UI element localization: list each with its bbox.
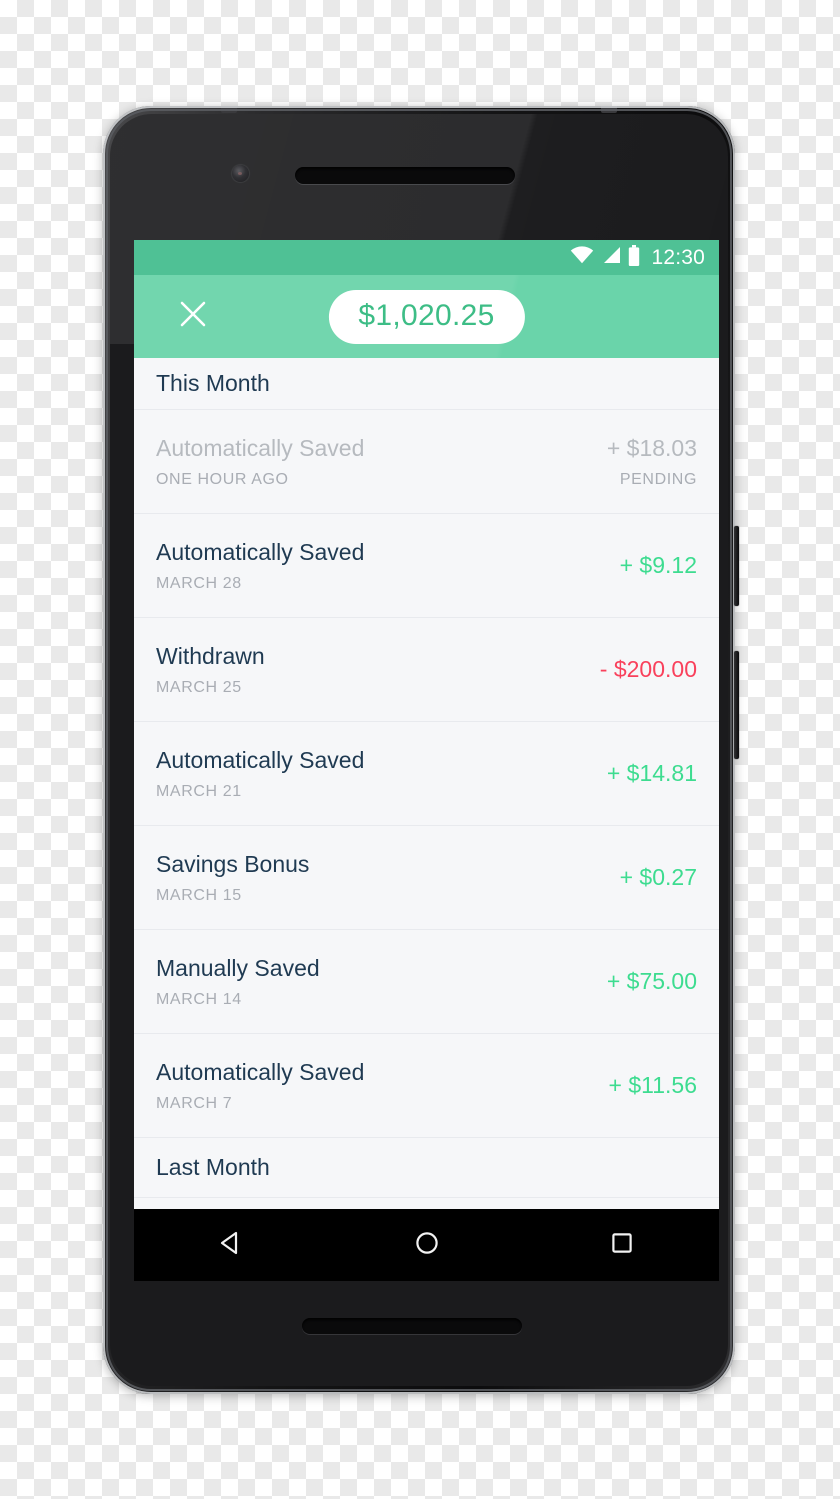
phone-screen: 12:30 $1,020.25 This Month Automatically… [134, 240, 719, 1281]
transaction-date: MARCH 21 [156, 783, 242, 801]
power-button[interactable] [734, 526, 739, 606]
transaction-amount: + $9.12 [619, 552, 697, 579]
transaction-date: MARCH 25 [156, 679, 242, 697]
status-bar-icons: 12:30 [570, 244, 705, 271]
transaction-amount: + $18.03 [606, 434, 697, 461]
transaction-amount: + $14.81 [606, 760, 697, 787]
nav-back-button[interactable] [200, 1220, 264, 1270]
transaction-title: Manually Saved [156, 954, 320, 981]
transaction-row[interactable]: Manually Saved MARCH 14 + $75.00 [134, 930, 719, 1034]
transaction-info: Automatically Saved MARCH 28 [156, 538, 364, 594]
transaction-date: MARCH 14 [156, 991, 242, 1009]
transaction-date: MARCH 7 [156, 1095, 233, 1113]
cell-signal-icon [601, 246, 621, 269]
section-header: This Month [134, 358, 719, 410]
device-glass: 12:30 $1,020.25 This Month Automatically… [110, 114, 728, 1386]
transaction-info: Automatically Saved MARCH 7 [156, 1058, 364, 1114]
transaction-info: Automatically Saved MARCH 21 [156, 746, 364, 802]
transaction-title: Automatically Saved [156, 434, 365, 461]
transaction-date: ONE HOUR AGO [156, 471, 289, 489]
transaction-amount-group: - $200.00 [600, 655, 697, 684]
antenna-line-right [601, 106, 617, 113]
transaction-info: Automatically Saved ONE HOUR AGO [156, 434, 364, 490]
status-bar: 12:30 [134, 240, 719, 275]
transaction-amount: + $11.56 [608, 1072, 697, 1099]
transaction-amount: - $200.00 [599, 656, 697, 683]
back-triangle-icon [217, 1228, 247, 1263]
transaction-title: Automatically Saved [156, 538, 365, 565]
transaction-row[interactable]: Automatically Saved ONE HOUR AGO + $18.03 P… [134, 410, 719, 514]
transaction-title: Savings Bonus [156, 850, 310, 877]
app-bar: $1,020.25 [134, 275, 719, 358]
transaction-amount-group: + $11.56 [609, 1071, 697, 1100]
balance-pill[interactable]: $1,020.25 [328, 289, 525, 344]
transaction-list: This Month Automatically Saved ONE HOUR AG… [134, 358, 719, 1198]
earpiece-speaker [295, 167, 515, 184]
close-icon [178, 299, 208, 334]
transaction-title: Automatically Saved [156, 746, 365, 773]
transaction-amount: + $0.27 [619, 864, 697, 891]
status-bar-clock: 12:30 [651, 245, 705, 269]
transaction-amount: + $75.00 [606, 968, 697, 995]
transaction-amount-group: + $18.03 PENDING [607, 434, 697, 490]
nav-recents-button[interactable] [590, 1220, 654, 1270]
wifi-icon [570, 246, 594, 269]
transaction-row[interactable]: Automatically Saved MARCH 7 + $11.56 [134, 1034, 719, 1138]
transaction-date: MARCH 15 [156, 887, 242, 905]
transaction-info: Manually Saved MARCH 14 [156, 954, 320, 1010]
status-badge: PENDING [619, 471, 697, 489]
nav-home-button[interactable] [395, 1220, 459, 1270]
volume-button[interactable] [734, 651, 739, 759]
transaction-row[interactable]: Withdrawn MARCH 25 - $200.00 [134, 618, 719, 722]
phone-device: 12:30 $1,020.25 This Month Automatically… [103, 106, 739, 1394]
transaction-info: Withdrawn MARCH 25 [156, 642, 265, 698]
transaction-amount-group: + $9.12 [620, 551, 697, 580]
transaction-amount-group: + $0.27 [620, 863, 697, 892]
transaction-title: Automatically Saved [156, 1058, 365, 1085]
close-button[interactable] [174, 298, 212, 336]
transaction-amount-group: + $75.00 [607, 967, 697, 996]
transaction-row[interactable]: Automatically Saved MARCH 28 + $9.12 [134, 514, 719, 618]
battery-icon [628, 244, 640, 271]
recents-square-icon [607, 1228, 637, 1263]
transaction-row[interactable]: Automatically Saved MARCH 21 + $14.81 [134, 722, 719, 826]
home-circle-icon [412, 1228, 442, 1263]
front-camera-icon [232, 165, 249, 182]
section-header: Last Month [134, 1138, 719, 1198]
transaction-date: MARCH 28 [156, 575, 242, 593]
android-nav-bar [134, 1209, 719, 1281]
antenna-line-left [221, 106, 237, 113]
transaction-title: Withdrawn [156, 642, 265, 669]
bottom-speaker [302, 1318, 522, 1334]
transaction-amount-group: + $14.81 [607, 759, 697, 788]
transaction-row[interactable]: Savings Bonus MARCH 15 + $0.27 [134, 826, 719, 930]
transaction-info: Savings Bonus MARCH 15 [156, 850, 309, 906]
